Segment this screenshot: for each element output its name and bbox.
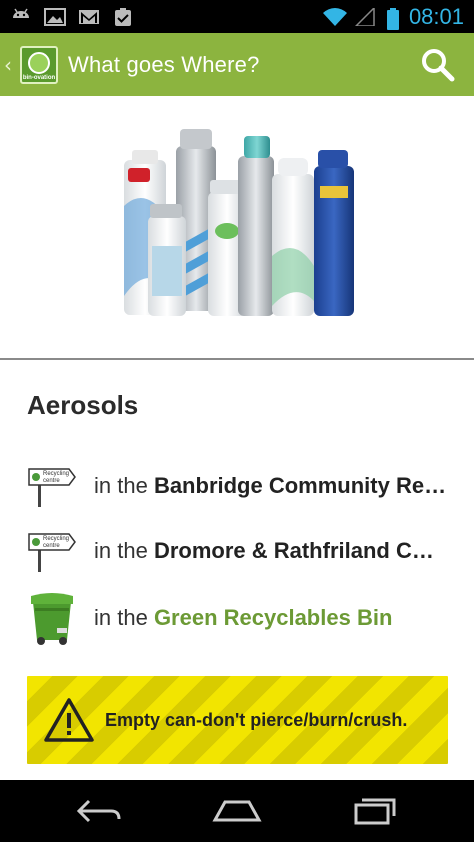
svg-text:Recycling: Recycling	[43, 536, 69, 542]
aerosol-cans-illustration	[124, 129, 354, 316]
location-prefix: in the	[94, 473, 154, 498]
item-image	[0, 96, 474, 358]
action-bar: ‹ bin-ovation What goes Where?	[0, 33, 474, 96]
divider	[0, 358, 474, 360]
green-bin-icon	[27, 590, 77, 646]
globe-icon	[28, 51, 50, 74]
location-row-1[interactable]: Recycling centre in the Banbridge Commun…	[27, 463, 457, 509]
clipboard-check-icon	[112, 7, 134, 26]
warning-banner: Empty can-don't pierce/burn/crush.	[27, 676, 448, 764]
signal-icon	[354, 5, 377, 27]
search-icon[interactable]	[420, 47, 456, 83]
image-icon	[44, 7, 66, 26]
sign-text-line2: centre	[43, 478, 60, 484]
home-icon[interactable]	[207, 791, 267, 831]
recycling-centre-sign-icon: Recycling centre	[27, 463, 77, 509]
recent-apps-icon[interactable]	[345, 791, 405, 831]
svg-text:centre: centre	[43, 543, 60, 549]
sign-text-line1: Recycling	[43, 471, 69, 477]
location-text: in the Dromore & Rathfriland C…	[94, 538, 434, 564]
location-text: in the Green Recyclables Bin	[94, 605, 392, 631]
location-prefix: in the	[94, 605, 154, 630]
battery-icon	[386, 7, 399, 30]
status-bar: 08:01	[0, 0, 474, 33]
up-navigation-caret[interactable]: ‹	[4, 53, 16, 77]
back-icon[interactable]	[69, 791, 129, 831]
warning-triangle-icon	[43, 697, 95, 743]
clock: 08:01	[408, 3, 464, 29]
location-name: Banbridge Community Re…	[153, 473, 447, 498]
logo-text: bin-ovation	[22, 74, 56, 81]
warning-text: Empty can-don't pierce/burn/crush.	[105, 709, 408, 730]
app-logo[interactable]: bin-ovation	[20, 45, 58, 84]
location-name: Green Recyclables Bin	[153, 605, 393, 630]
item-title: Aerosols	[27, 390, 139, 420]
navigation-bar	[0, 780, 474, 842]
location-text: in the Banbridge Community Re…	[94, 473, 446, 499]
wifi-icon	[322, 7, 347, 26]
location-row-2[interactable]: Recycling centre in the Dromore & Rathfr…	[27, 528, 457, 574]
recycling-centre-sign-icon: Recycling centre	[27, 528, 77, 574]
page-title: What goes Where?	[68, 51, 260, 77]
android-icon	[10, 8, 32, 26]
location-name: Dromore & Rathfriland C…	[153, 538, 434, 563]
location-prefix: in the	[94, 538, 154, 563]
location-row-3[interactable]: in the Green Recyclables Bin	[27, 590, 457, 646]
gmail-icon	[78, 8, 100, 26]
